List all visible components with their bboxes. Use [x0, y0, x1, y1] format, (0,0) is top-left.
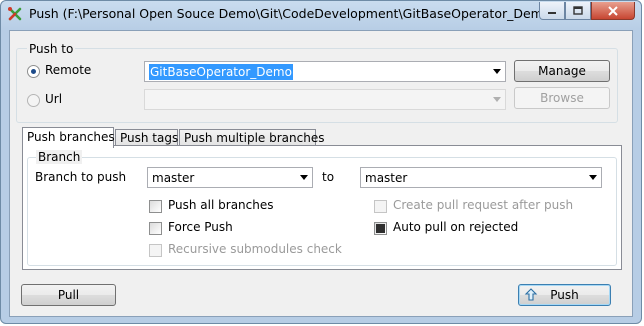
- pull-button[interactable]: Pull: [21, 284, 116, 306]
- chevron-down-icon[interactable]: [488, 62, 505, 81]
- push-all-branches-checkbox[interactable]: [149, 200, 162, 213]
- maximize-button[interactable]: [565, 2, 591, 20]
- maximize-icon: [573, 6, 583, 15]
- recursive-submodules-checkbox[interactable]: [149, 244, 162, 257]
- remote-branch-value: master: [365, 171, 408, 185]
- close-button[interactable]: [591, 2, 635, 20]
- create-pull-request-label: Create pull request after push: [393, 198, 574, 212]
- create-pull-request-checkbox[interactable]: [374, 200, 387, 213]
- recursive-submodules-label: Recursive submodules check: [168, 242, 342, 256]
- minimize-button[interactable]: [539, 2, 565, 20]
- tab-push-branches[interactable]: Push branches: [22, 127, 115, 148]
- to-label: to: [322, 170, 335, 184]
- push-branches-panel: Branch Branch to push master to master P…: [22, 145, 622, 270]
- tab-push-multiple-branches[interactable]: Push multiple branches: [179, 129, 324, 146]
- window-title: Push (F:\Personal Open Souce Demo\Git\Co…: [29, 6, 560, 21]
- remote-label: Remote: [45, 63, 92, 77]
- force-push-label: Force Push: [168, 220, 233, 234]
- url-combobox[interactable]: [144, 89, 506, 110]
- push-to-group-label: Push to: [27, 42, 76, 56]
- force-push-checkbox[interactable]: [149, 222, 162, 235]
- minimize-icon: [548, 11, 556, 14]
- chevron-down-icon[interactable]: [295, 168, 312, 187]
- remote-combobox[interactable]: GitBaseOperator_Demo: [144, 61, 506, 82]
- manage-button[interactable]: Manage: [514, 60, 610, 82]
- branch-to-push-label: Branch to push: [35, 170, 127, 184]
- remote-value: GitBaseOperator_Demo: [149, 64, 293, 80]
- local-branch-value: master: [152, 171, 195, 185]
- auto-pull-on-rejected-label: Auto pull on rejected: [393, 220, 519, 234]
- remote-branch-combobox[interactable]: master: [360, 167, 602, 188]
- browse-button[interactable]: Browse: [514, 87, 610, 109]
- local-branch-combobox[interactable]: master: [147, 167, 313, 188]
- branch-group-label: Branch: [36, 150, 83, 164]
- push-button[interactable]: Push: [518, 284, 611, 306]
- title-bar[interactable]: Push (F:\Personal Open Souce Demo\Git\Co…: [1, 1, 641, 29]
- url-label: Url: [45, 92, 63, 106]
- tab-push-tags[interactable]: Push tags: [115, 129, 178, 146]
- url-radio[interactable]: [27, 94, 40, 107]
- git-extensions-icon: [8, 7, 22, 21]
- remote-radio[interactable]: [27, 65, 40, 78]
- push-arrow-icon: [524, 288, 538, 301]
- auto-pull-on-rejected-checkbox[interactable]: [374, 222, 387, 235]
- close-icon: [608, 5, 618, 16]
- chevron-down-icon[interactable]: [584, 168, 601, 187]
- push-all-branches-label: Push all branches: [168, 198, 274, 212]
- dialog-client-area: Push to Remote GitBaseOperator_Demo Mana…: [9, 30, 633, 317]
- push-dialog-window: Push (F:\Personal Open Souce Demo\Git\Co…: [0, 0, 642, 324]
- push-button-label: Push: [550, 288, 579, 302]
- chevron-down-icon[interactable]: [488, 90, 505, 109]
